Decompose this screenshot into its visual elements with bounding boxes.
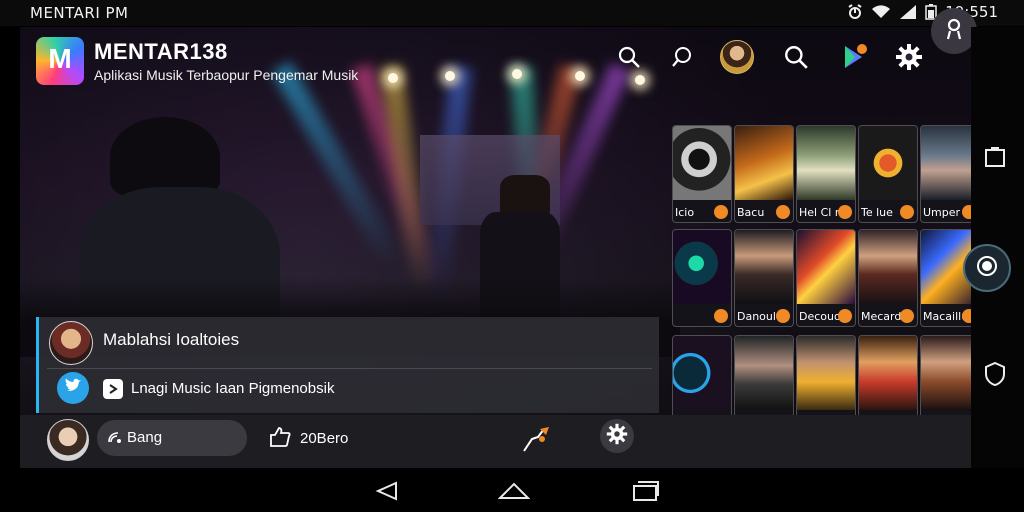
- likes-count: 20Bero: [300, 430, 349, 447]
- signal-icon: [899, 4, 917, 20]
- album-cover: [921, 126, 971, 200]
- album-cover: [735, 126, 793, 200]
- album-tile[interactable]: [672, 229, 732, 327]
- album-tile[interactable]: Icio: [672, 125, 732, 223]
- back-icon[interactable]: [374, 480, 400, 506]
- search-icon-2[interactable]: [780, 41, 812, 73]
- album-cover: [735, 230, 793, 304]
- album-tile[interactable]: Hel Cl n: [796, 125, 856, 223]
- twitter-share-button[interactable]: [57, 372, 89, 404]
- alarm-icon: [847, 4, 863, 20]
- check-badge-icon: [776, 309, 790, 323]
- artist-avatar-small[interactable]: [49, 321, 93, 365]
- album-tile[interactable]: Decouo: [796, 229, 856, 327]
- chat-search-icon[interactable]: [666, 41, 698, 73]
- play-link-icon[interactable]: [103, 379, 123, 399]
- album-tile[interactable]: Danoul: [734, 229, 794, 327]
- check-badge-icon: [962, 309, 971, 323]
- status-left-label: MENTARI PM: [30, 4, 129, 22]
- record-icon: [976, 255, 998, 281]
- check-badge-icon: [838, 205, 852, 219]
- status-icons: 19:551: [847, 3, 998, 21]
- album-cover: [673, 126, 731, 200]
- chip-label: Bang: [127, 429, 163, 446]
- chip-button[interactable]: Bang: [97, 420, 247, 456]
- profile-icon: [942, 17, 966, 45]
- play-store-icon[interactable]: [838, 41, 870, 73]
- album-cover: [797, 336, 855, 410]
- search-icon[interactable]: [613, 41, 645, 73]
- artist-avatar[interactable]: [720, 40, 754, 74]
- home-icon[interactable]: [497, 480, 531, 506]
- album-cover: [859, 336, 917, 410]
- check-badge-icon: [900, 309, 914, 323]
- record-button[interactable]: [963, 244, 1011, 292]
- album-grid: Icio Bacu Hel Cl n Te lue Umper Danoul Decouo M…: [672, 125, 971, 443]
- status-bar: MENTARI PM 19:551: [0, 0, 1024, 26]
- gear-icon-small: [606, 423, 628, 449]
- app-window: M MENTAR138 Aplikasi Musik Terbaopur Pen…: [20, 27, 971, 468]
- album-cover: [673, 230, 731, 304]
- check-badge-icon: [838, 309, 852, 323]
- like-icon[interactable]: [268, 425, 292, 453]
- album-tile[interactable]: Mecard: [858, 229, 918, 327]
- antenna-icon: [107, 430, 123, 450]
- settings-button[interactable]: [600, 419, 634, 453]
- album-tile[interactable]: Bacu: [734, 125, 794, 223]
- check-badge-icon: [714, 205, 728, 219]
- now-playing-card[interactable]: Mablahsi Ioaltoies Lnagi Music Iaan Pigm…: [36, 317, 659, 413]
- album-cover: [859, 126, 917, 200]
- app-subtitle: Aplikasi Musik Terbaopur Pengemar Musik: [94, 67, 359, 83]
- album-cover: [735, 336, 793, 410]
- user-avatar[interactable]: [47, 419, 89, 461]
- wifi-icon: [871, 4, 891, 20]
- app-title: MENTAR138: [94, 39, 228, 64]
- check-badge-icon: [714, 309, 728, 323]
- album-tile[interactable]: Te lue: [858, 125, 918, 223]
- check-badge-icon: [900, 205, 914, 219]
- now-playing-link[interactable]: Lnagi Music Iaan Pigmenobsik: [131, 380, 334, 397]
- album-tile[interactable]: Umper: [920, 125, 971, 223]
- album-cover: [673, 336, 731, 410]
- bottom-bar: Bang 20Bero: [20, 415, 971, 468]
- now-playing-title: Mablahsi Ioaltoies: [103, 330, 240, 349]
- album-cover: [797, 126, 855, 200]
- album-cover: [921, 336, 971, 410]
- album-cover: [797, 230, 855, 304]
- app-logo[interactable]: M: [36, 37, 84, 85]
- check-badge-icon: [776, 205, 790, 219]
- recents-icon[interactable]: [632, 480, 660, 506]
- shield-icon[interactable]: [983, 361, 1007, 391]
- album-tile[interactable]: Macaillue: [920, 229, 971, 327]
- gear-icon[interactable]: [893, 41, 925, 73]
- square-icon[interactable]: [983, 147, 1007, 173]
- divider: [47, 368, 652, 369]
- check-badge-icon: [962, 205, 971, 219]
- share-icon[interactable]: [522, 425, 552, 457]
- twitter-icon: [64, 378, 82, 398]
- navigation-bar: [0, 468, 1024, 512]
- album-cover: [859, 230, 917, 304]
